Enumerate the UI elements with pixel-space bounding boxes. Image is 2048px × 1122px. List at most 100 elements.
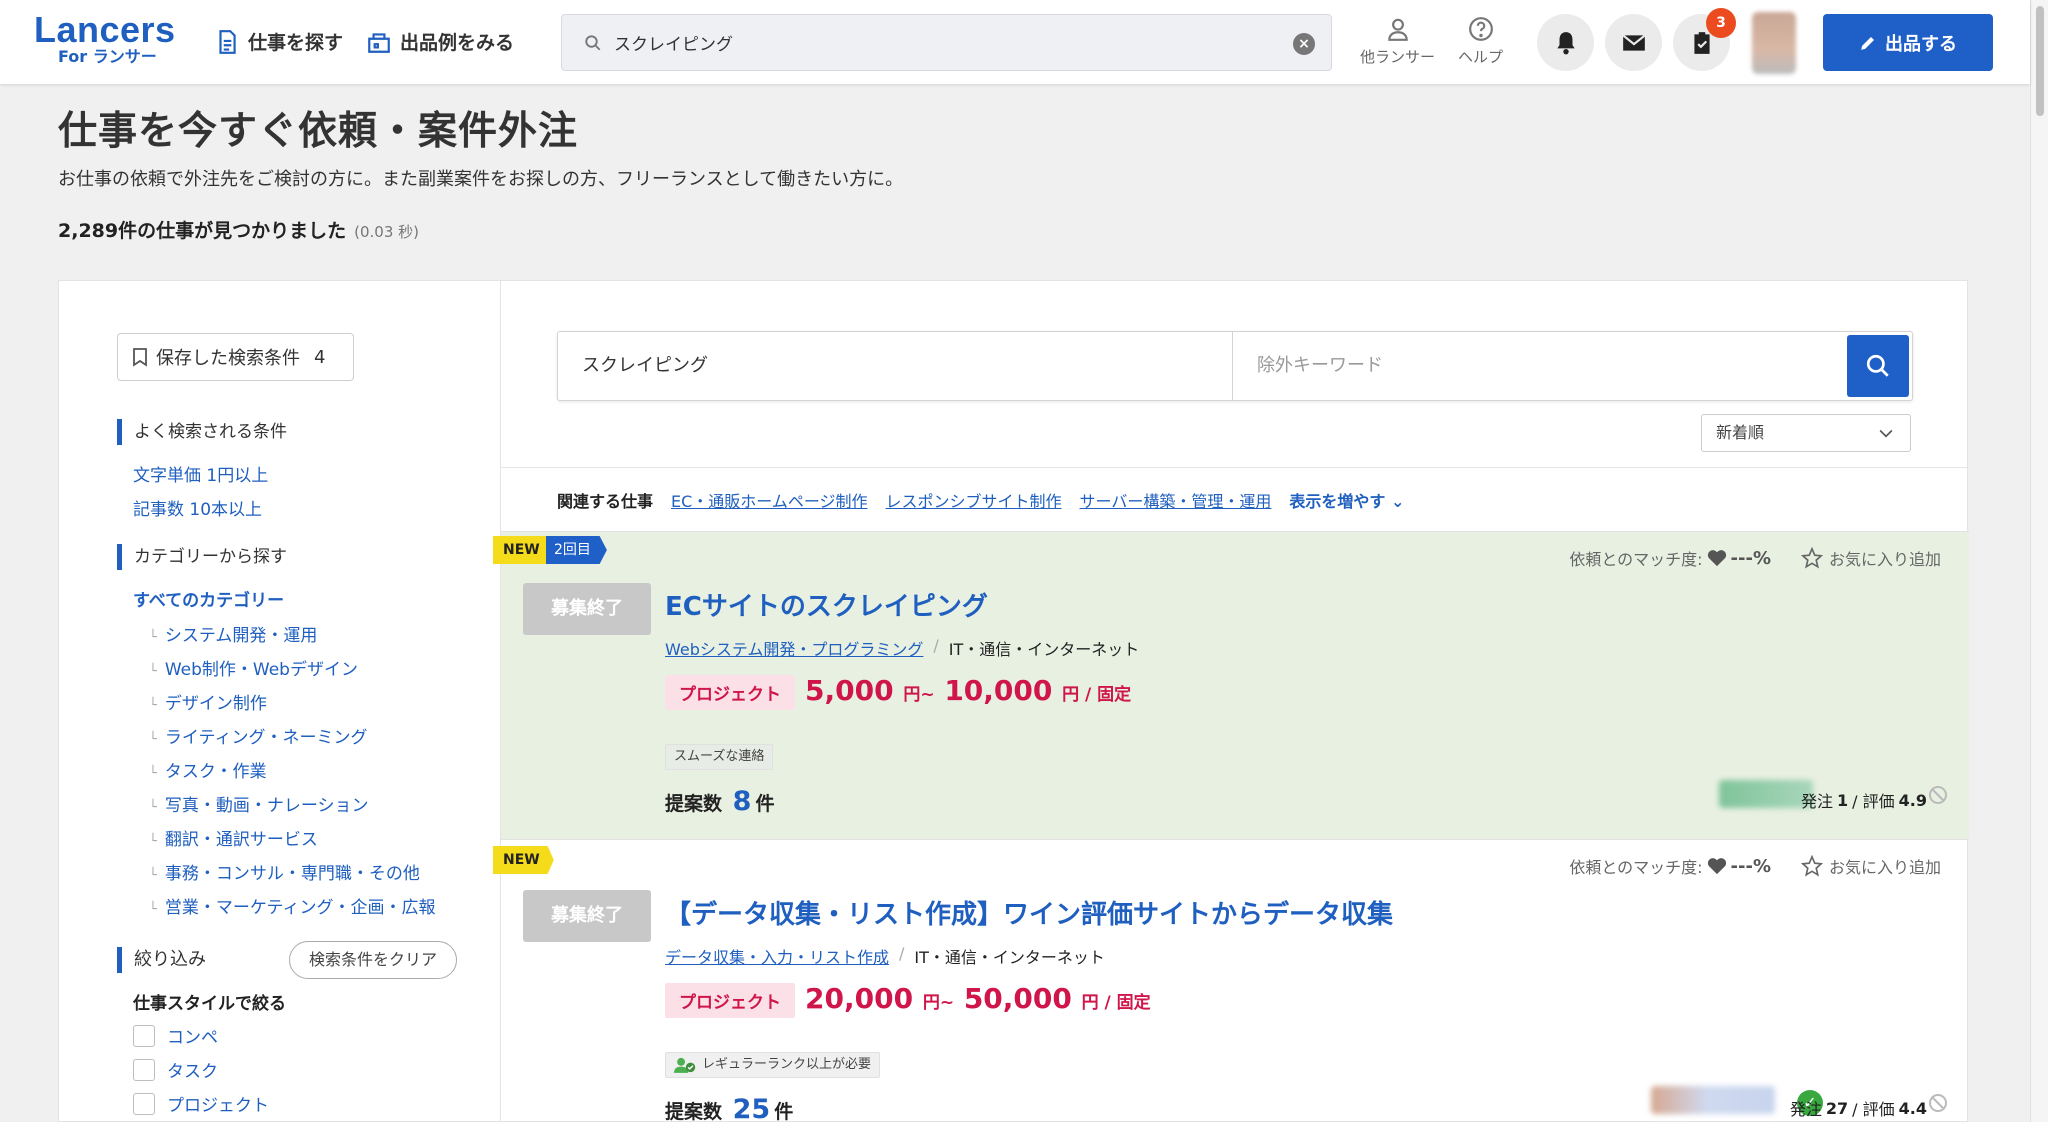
favorite-label: お気に入り追加	[1828, 858, 1941, 877]
orders-value: 1	[1837, 790, 1849, 810]
block-icon[interactable]	[1929, 786, 1947, 804]
client-name[interactable]	[1651, 1086, 1775, 1114]
job-style-heading: 仕事スタイルで絞る	[133, 994, 286, 1014]
search-results-card: 保存した検索条件 4 よく検索される条件 文字単価 1円以上 記事数 10本以上…	[58, 280, 1969, 1122]
notification-button[interactable]	[1537, 14, 1594, 71]
match-value: ---%	[1730, 547, 1771, 569]
document-icon	[219, 29, 236, 54]
style-label: プロジェクト	[167, 1096, 269, 1116]
avatar[interactable]	[1752, 12, 1796, 74]
category-link[interactable]: データ収集・入力・リスト作成	[665, 944, 889, 968]
chip-label: レギュラーランク以上が必要	[702, 1057, 872, 1072]
price-tilde: ~	[939, 993, 955, 1013]
other-lancers-button[interactable]: 他ランサー	[1360, 16, 1435, 67]
rating-label: / 評価	[1852, 792, 1895, 811]
category-link[interactable]: デザイン制作	[149, 689, 267, 714]
orders-value: 27	[1825, 1098, 1849, 1118]
help-label: ヘルプ	[1458, 48, 1504, 66]
clear-search-icon[interactable]: ×	[1293, 33, 1315, 55]
result-summary: 2,289件の仕事が見つかりました (0.03 秒)	[58, 216, 419, 243]
nav-examples-label: 出品例をみる	[400, 32, 515, 54]
keyword-input[interactable]: スクレイピング	[558, 332, 1233, 400]
job-title-link[interactable]: 【データ収集・リスト作成】ワイン評価サイトからデータ収集	[665, 894, 1393, 931]
category-heading: カテゴリーから探す	[117, 544, 287, 570]
nav-find-jobs[interactable]: 仕事を探す	[214, 28, 343, 55]
task-button[interactable]: 3	[1673, 8, 1736, 71]
filter-sidebar: 保存した検索条件 4 よく検索される条件 文字単価 1円以上 記事数 10本以上…	[59, 281, 501, 1122]
rating-value: 4.9	[1898, 790, 1927, 810]
header-search-bar[interactable]: ×	[561, 14, 1332, 71]
chip-label: スムーズな連絡	[674, 749, 765, 764]
page-title: 仕事を今すぐ依頼・案件外注	[58, 109, 579, 154]
sort-dropdown[interactable]: 新着順	[1701, 414, 1911, 452]
checkbox[interactable]	[133, 1058, 155, 1081]
search-button[interactable]	[1847, 335, 1909, 397]
match-score: 依頼とのマッチ度: ---%	[1569, 854, 1771, 878]
job-title-link[interactable]: ECサイトのスクレイピング	[665, 586, 988, 623]
search-icon	[1866, 354, 1889, 377]
price-min: 5,000	[805, 674, 894, 707]
search-icon	[585, 34, 601, 50]
price-suffix: 円 / 固定	[1062, 685, 1132, 705]
price: 5,000 円~ 10,000 円 / 固定	[805, 674, 1131, 707]
exclude-keyword-input[interactable]: 除外キーワード	[1233, 332, 1847, 400]
lancers-logo[interactable]: Lancers For ランサー	[34, 12, 184, 66]
match-label: 依頼とのマッチ度:	[1569, 858, 1703, 877]
category-link[interactable]: タスク・作業	[149, 757, 267, 782]
post-button[interactable]: 出品する	[1823, 14, 1993, 71]
message-button[interactable]	[1605, 14, 1662, 71]
separator: /	[899, 944, 905, 963]
scrollbar-thumb[interactable]	[2036, 6, 2044, 116]
proposals-unit: 件	[755, 793, 775, 815]
related-link[interactable]: EC・通販ホームページ制作	[671, 488, 867, 512]
category-link[interactable]: 営業・マーケティング・企画・広報	[149, 893, 436, 918]
category-link[interactable]: システム開発・運用	[149, 621, 318, 646]
block-icon[interactable]	[1929, 1094, 1947, 1112]
job-item: NEW 2回目 募集終了 依頼とのマッチ度: ---% お気に入り追加 ECサイ…	[493, 531, 1969, 839]
result-count: 2,289件の仕事が見つかりました	[58, 220, 347, 242]
round-tag: 2回目	[546, 536, 607, 564]
style-option-task[interactable]: タスク	[133, 1057, 218, 1082]
category-link[interactable]: Web制作・Webデザイン	[149, 655, 358, 680]
favorite-button[interactable]: お気に入り追加	[1800, 854, 1941, 878]
job-type-badge: プロジェクト	[665, 675, 795, 710]
bell-icon	[1556, 31, 1575, 54]
show-more-link[interactable]: 表示を増やす ⌄	[1289, 488, 1404, 512]
style-option-compe[interactable]: コンペ	[133, 1023, 218, 1048]
category-link[interactable]: Webシステム開発・プログラミング	[665, 636, 923, 660]
proposals-number: 8	[732, 786, 752, 817]
related-link[interactable]: レスポンシブサイト制作	[886, 488, 1062, 512]
clear-conditions-button[interactable]: 検索条件をクリア	[289, 941, 457, 979]
client-name[interactable]	[1719, 780, 1813, 808]
job-type-badge: プロジェクト	[665, 983, 795, 1018]
shop-bag-icon	[368, 32, 390, 53]
orders-label: 発注	[1789, 1100, 1822, 1119]
saved-searches-count: 4	[314, 346, 326, 368]
proposals-number: 25	[732, 1094, 771, 1122]
page-scrollbar[interactable]	[2030, 0, 2048, 1122]
bookmark-icon	[133, 348, 147, 367]
popular-link-1[interactable]: 文字単価 1円以上	[133, 461, 268, 486]
popular-link-2[interactable]: 記事数 10本以上	[133, 495, 262, 520]
favorite-button[interactable]: お気に入り追加	[1800, 546, 1941, 570]
help-button[interactable]: ヘルプ	[1458, 16, 1503, 67]
show-more-label: 表示を増やす	[1289, 491, 1386, 511]
checkbox[interactable]	[133, 1024, 155, 1047]
related-label: 関連する仕事	[557, 491, 654, 511]
checkbox[interactable]	[133, 1092, 155, 1115]
style-option-project[interactable]: プロジェクト	[133, 1091, 269, 1116]
top-header: Lancers For ランサー 仕事を探す 出品例をみる × 他ランサー ヘル…	[0, 0, 2030, 84]
proposals-label: 提案数	[665, 793, 723, 815]
category-link[interactable]: ライティング・ネーミング	[149, 723, 368, 748]
price-max: 50,000	[963, 982, 1072, 1015]
header-search-input[interactable]	[614, 32, 1274, 53]
related-link[interactable]: サーバー構築・管理・運用	[1080, 488, 1272, 512]
saved-searches-button[interactable]: 保存した検索条件 4	[117, 333, 354, 381]
category-link[interactable]: 翻訳・通訳サービス	[149, 825, 318, 850]
price-min: 20,000	[805, 982, 914, 1015]
category-link[interactable]: 写真・動画・ナレーション	[149, 791, 369, 816]
nav-examples[interactable]: 出品例をみる	[366, 28, 514, 55]
all-categories-link[interactable]: すべてのカテゴリー	[133, 586, 284, 611]
keyword-search-box: スクレイピング 除外キーワード	[557, 331, 1913, 401]
category-link[interactable]: 事務・コンサル・専門職・その他	[149, 859, 420, 884]
